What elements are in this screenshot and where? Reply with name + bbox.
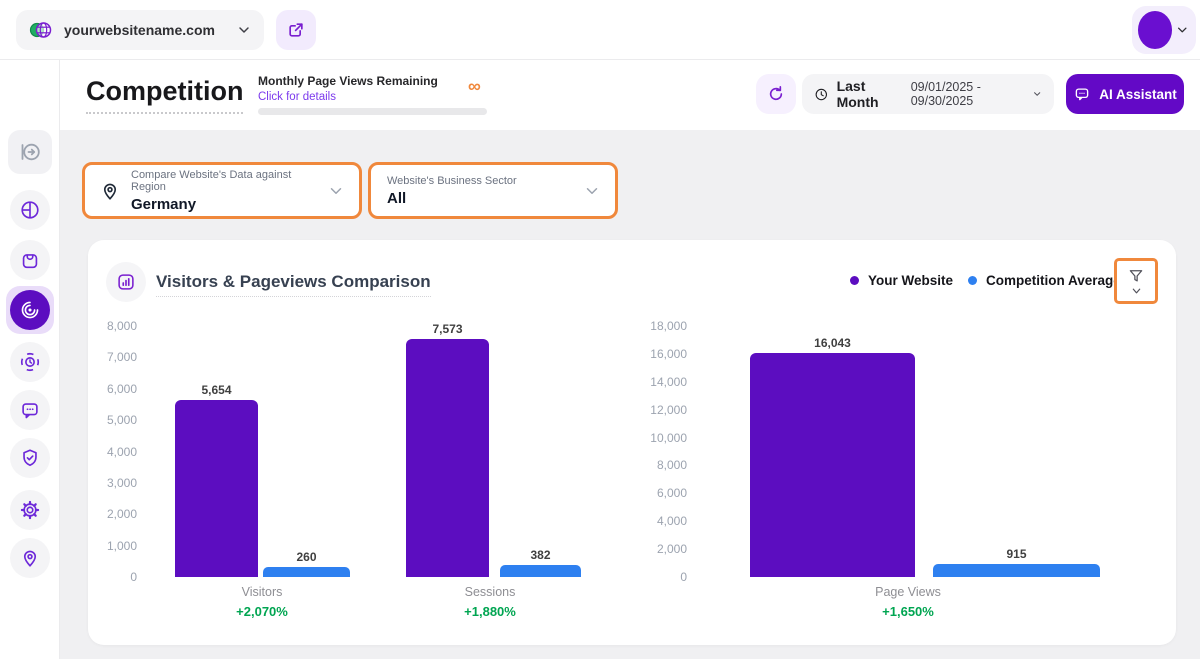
bar-value-label: 16,043 — [814, 336, 851, 350]
bar-value-label: 5,654 — [201, 383, 231, 397]
left-axis-tick: 1,000 — [47, 539, 137, 553]
shopping-bag-icon — [19, 249, 41, 271]
refresh-icon — [766, 84, 786, 104]
delta-label: +2,070% — [236, 604, 288, 619]
sidebar — [0, 60, 60, 659]
comparison-chart-card: Visitors & Pageviews Comparison Your Web… — [88, 240, 1176, 645]
bar-sessions-competition[interactable] — [500, 565, 581, 577]
bar-value-label: 7,573 — [432, 322, 462, 336]
right-axis-tick: 18,000 — [597, 319, 687, 333]
chevron-down-icon — [1032, 88, 1042, 100]
sector-dropdown-value: All — [387, 190, 583, 207]
chevron-down-icon — [583, 182, 601, 200]
sidebar-item-sessions[interactable] — [10, 342, 50, 382]
delta-label: +1,650% — [882, 604, 934, 619]
left-axis-tick: 8,000 — [47, 319, 137, 333]
region-dropdown-value: Germany — [131, 196, 327, 213]
chevron-down-icon — [327, 182, 345, 200]
period-label: Last Month — [837, 78, 901, 110]
category-label: Page Views — [875, 585, 941, 599]
chat-icon — [19, 399, 41, 421]
sidebar-item-feedback[interactable] — [10, 390, 50, 430]
page-title: Competition — [86, 76, 243, 114]
right-axis-tick: 10,000 — [597, 431, 687, 445]
chevron-down-icon — [1175, 22, 1190, 38]
right-axis-tick: 4,000 — [597, 514, 687, 528]
bar-value-label: 915 — [1006, 547, 1026, 561]
bar-sessions-your-website[interactable] — [406, 339, 489, 577]
radar-icon — [19, 299, 41, 321]
category-label: Visitors — [242, 585, 283, 599]
map-pin-icon — [19, 547, 41, 569]
right-axis-tick: 8,000 — [597, 458, 687, 472]
globe-icon — [28, 17, 54, 43]
bar-value-label: 260 — [296, 550, 316, 564]
right-axis-tick: 16,000 — [597, 347, 687, 361]
bar-chart: 8,0007,0006,0005,0004,0003,0002,0001,000… — [88, 240, 1176, 645]
sidebar-item-competition[interactable] — [6, 286, 54, 334]
delta-label: +1,880% — [464, 604, 516, 619]
ai-chat-icon — [1073, 85, 1091, 103]
ai-assistant-button[interactable]: AI Assistant — [1066, 74, 1184, 114]
website-selector[interactable]: yourwebsitename.com — [16, 10, 264, 50]
date-range-picker[interactable]: Last Month 09/01/2025 - 09/30/2025 — [802, 74, 1054, 114]
bar-visitors-your-website[interactable] — [175, 400, 258, 577]
date-range-value: 09/01/2025 - 09/30/2025 — [911, 80, 1028, 108]
sidebar-item-settings[interactable] — [10, 490, 50, 530]
quota-label: Monthly Page Views Remaining — [258, 74, 438, 88]
sector-dropdown-label: Website's Business Sector — [387, 175, 583, 187]
left-axis-tick: 0 — [47, 570, 137, 584]
quota-progress-bar — [258, 108, 487, 115]
region-dropdown[interactable]: Compare Website's Data against Region Ge… — [82, 162, 362, 219]
left-axis-tick: 6,000 — [47, 382, 137, 396]
refresh-button[interactable] — [756, 74, 796, 114]
website-name: yourwebsitename.com — [64, 22, 236, 38]
right-axis-tick: 14,000 — [597, 375, 687, 389]
competition-dashboard: yourwebsitename.com — [0, 0, 1200, 659]
bar-visitors-competition[interactable] — [263, 567, 350, 577]
region-dropdown-label: Compare Website's Data against Region — [131, 169, 327, 193]
quota-value: ∞ — [468, 77, 481, 95]
category-label: Sessions — [465, 585, 516, 599]
top-bar: yourwebsitename.com — [0, 0, 1200, 60]
sidebar-item-expand[interactable] — [8, 130, 52, 174]
map-pin-icon — [99, 180, 121, 202]
clock-focus-icon — [19, 351, 41, 373]
right-axis-tick: 6,000 — [597, 486, 687, 500]
sidebar-item-dashboard[interactable] — [10, 190, 50, 230]
bar-page-views-competition[interactable] — [933, 564, 1100, 577]
ai-assistant-label: AI Assistant — [1099, 87, 1177, 102]
left-axis-tick: 7,000 — [47, 350, 137, 364]
clock-icon — [814, 86, 829, 103]
sidebar-item-location[interactable] — [10, 538, 50, 578]
right-axis-tick: 0 — [597, 570, 687, 584]
right-axis-tick: 12,000 — [597, 403, 687, 417]
expand-sidebar-icon — [18, 140, 42, 164]
external-link-icon — [286, 20, 306, 40]
bar-value-label: 382 — [530, 548, 550, 562]
sidebar-item-security[interactable] — [10, 438, 50, 478]
chevron-down-icon — [236, 22, 252, 38]
quota-details-link[interactable]: Click for details — [258, 91, 336, 103]
bar-page-views-your-website[interactable] — [750, 353, 915, 577]
left-axis-tick: 4,000 — [47, 445, 137, 459]
left-axis-tick: 2,000 — [47, 507, 137, 521]
left-axis-tick: 3,000 — [47, 476, 137, 490]
gear-icon — [19, 499, 41, 521]
sector-dropdown[interactable]: Website's Business Sector All — [368, 162, 618, 219]
right-axis-tick: 2,000 — [597, 542, 687, 556]
shield-check-icon — [19, 447, 41, 469]
avatar — [1138, 11, 1172, 49]
left-axis-tick: 5,000 — [47, 413, 137, 427]
user-menu[interactable] — [1132, 6, 1196, 54]
sidebar-item-ecommerce[interactable] — [10, 240, 50, 280]
open-website-button[interactable] — [276, 10, 316, 50]
pie-chart-icon — [19, 199, 41, 221]
